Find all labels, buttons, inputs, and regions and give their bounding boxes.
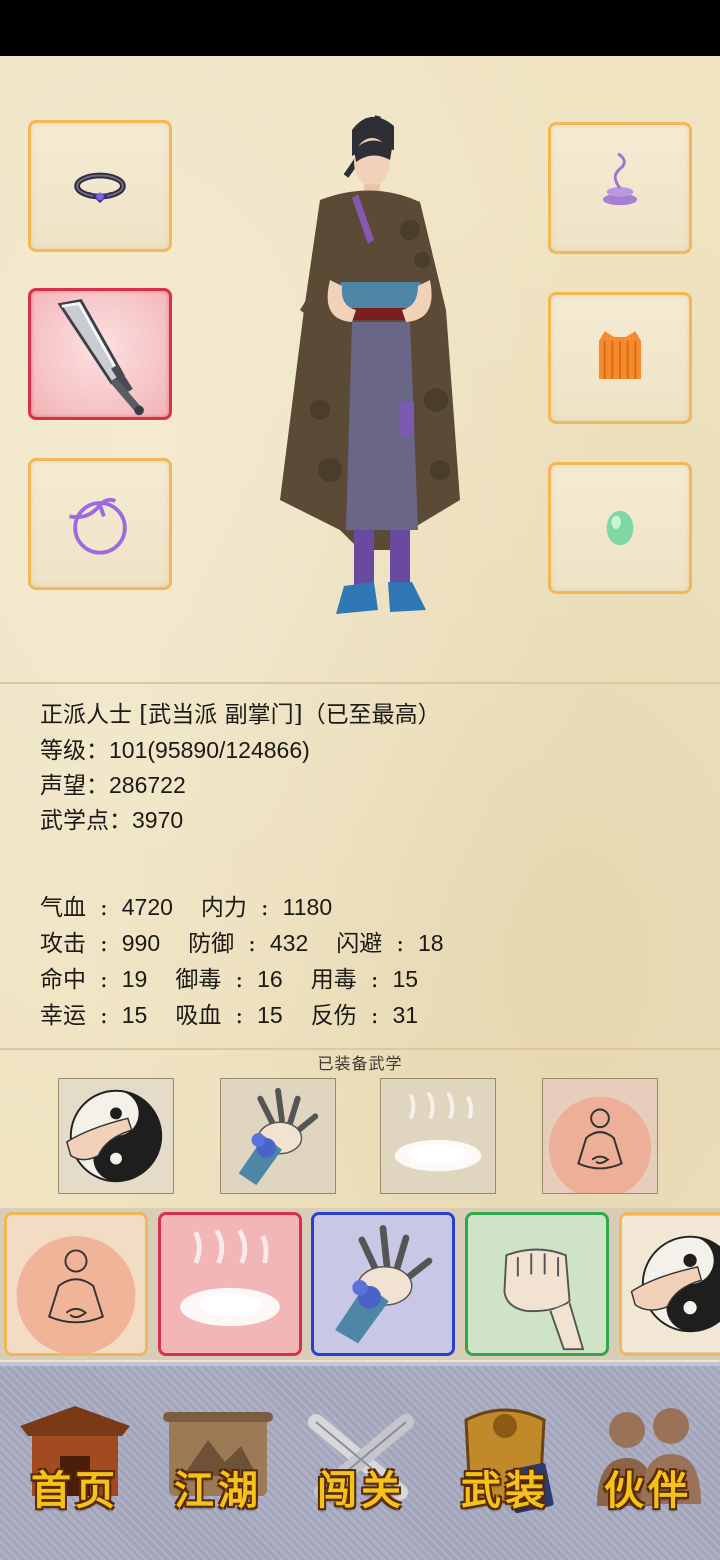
equip-slot-incense[interactable] — [548, 122, 692, 254]
saber-icon — [57, 298, 144, 416]
level-row: 等级：101(95890/124866) — [40, 733, 310, 769]
stat-item: 内力:1180 — [200, 894, 333, 921]
nav-companions-button[interactable]: 伙伴 — [583, 1396, 713, 1526]
cloud-mist-icon — [161, 1215, 299, 1353]
taiji-palm-icon — [59, 1079, 173, 1193]
cloud-mist-icon — [381, 1079, 495, 1193]
meditation-icon — [543, 1079, 657, 1193]
stat-row: 攻击:990 防御:432 闪避:18 — [40, 926, 472, 962]
equip-slot-weapon[interactable] — [28, 288, 172, 420]
reputation-value: 286722 — [109, 772, 186, 798]
equip-slot-pendant[interactable] — [28, 458, 172, 590]
equipped-skill-slot[interactable] — [220, 1078, 336, 1194]
bottom-navigation: 首页 江湖 闯关 武装 伙伴 — [0, 1362, 720, 1560]
stat-row: 命中:19 御毒:16 用毒:15 — [40, 962, 472, 998]
stat-item: 反伤:31 — [310, 1002, 419, 1029]
stat-item: 防御:432 — [188, 930, 309, 957]
meditation-icon — [7, 1215, 145, 1353]
skill-pool-card[interactable] — [619, 1212, 720, 1356]
nav-equipment-label: 武装 — [461, 1467, 549, 1514]
skill-pool-card[interactable] — [158, 1212, 302, 1356]
flower-hand-icon — [221, 1079, 335, 1193]
string-pendant-icon — [69, 497, 127, 555]
equip-slot-armor[interactable] — [548, 292, 692, 424]
character-title: 正派人士 [武当派 副掌门]（已至最高） — [40, 702, 441, 728]
stat-item: 御毒:16 — [175, 966, 283, 993]
stat-item: 吸血:15 — [175, 1002, 283, 1029]
stat-item: 闪避:18 — [336, 930, 444, 957]
nav-home-label: 首页 — [31, 1467, 119, 1514]
martial-points-label: 武学点： — [40, 808, 132, 834]
equipped-skills-caption: 已装备武学 — [317, 1054, 403, 1073]
equipped-skill-slot[interactable] — [58, 1078, 174, 1194]
fist-icon — [468, 1215, 606, 1353]
status-bar — [0, 0, 720, 56]
stat-item: 气血:4720 — [40, 894, 173, 921]
flower-hand-icon — [314, 1215, 452, 1353]
stat-row: 幸运:15 吸血:15 反伤:31 — [40, 998, 472, 1034]
equipped-skill-slot[interactable] — [542, 1078, 658, 1194]
level-value: 101(95890/124866) — [109, 737, 310, 763]
taiji-palm-icon — [622, 1215, 720, 1353]
armor-vest-icon — [599, 331, 641, 379]
nav-jianghu-label: 江湖 — [174, 1467, 262, 1514]
character-portrait — [280, 115, 460, 614]
stat-item: 攻击:990 — [40, 930, 161, 957]
attribute-stats: 气血:4720 内力:1180 攻击:990 防御:432 闪避:18 命中:19 御毒… — [40, 890, 472, 1034]
stat-row: 气血:4720 内力:1180 — [40, 890, 472, 926]
nav-companions-label: 伙伴 — [604, 1467, 692, 1514]
stat-item: 幸运:15 — [40, 1002, 148, 1029]
nav-equipment-button[interactable]: 武装 — [440, 1396, 570, 1526]
reputation-label: 声望： — [40, 773, 109, 799]
level-label: 等级： — [40, 738, 109, 764]
nav-challenge-label: 闯关 — [317, 1467, 405, 1514]
section-divider-top — [0, 682, 720, 684]
equip-slot-ring[interactable] — [28, 120, 172, 252]
reputation-row: 声望：286722 — [40, 768, 186, 804]
incense-smoke-icon — [602, 152, 638, 206]
nav-challenge-button[interactable]: 闯关 — [296, 1396, 426, 1526]
equip-slot-jade[interactable] — [548, 462, 692, 594]
equipped-skill-slot[interactable] — [380, 1078, 496, 1194]
skill-pool-card[interactable] — [4, 1212, 148, 1356]
martial-points-row: 武学点：3970 — [40, 803, 183, 839]
stat-item: 用毒:15 — [310, 966, 419, 993]
ring-icon — [74, 172, 126, 204]
skill-pool-card[interactable] — [465, 1212, 609, 1356]
skill-pool-card[interactable] — [311, 1212, 455, 1356]
jade-stone-icon — [606, 510, 634, 546]
martial-points-value: 3970 — [132, 807, 184, 833]
skill-pool-row — [0, 1208, 720, 1360]
nav-jianghu-button[interactable]: 江湖 — [153, 1396, 283, 1526]
stat-item: 命中:19 — [40, 966, 148, 993]
nav-home-button[interactable]: 首页 — [10, 1396, 140, 1526]
